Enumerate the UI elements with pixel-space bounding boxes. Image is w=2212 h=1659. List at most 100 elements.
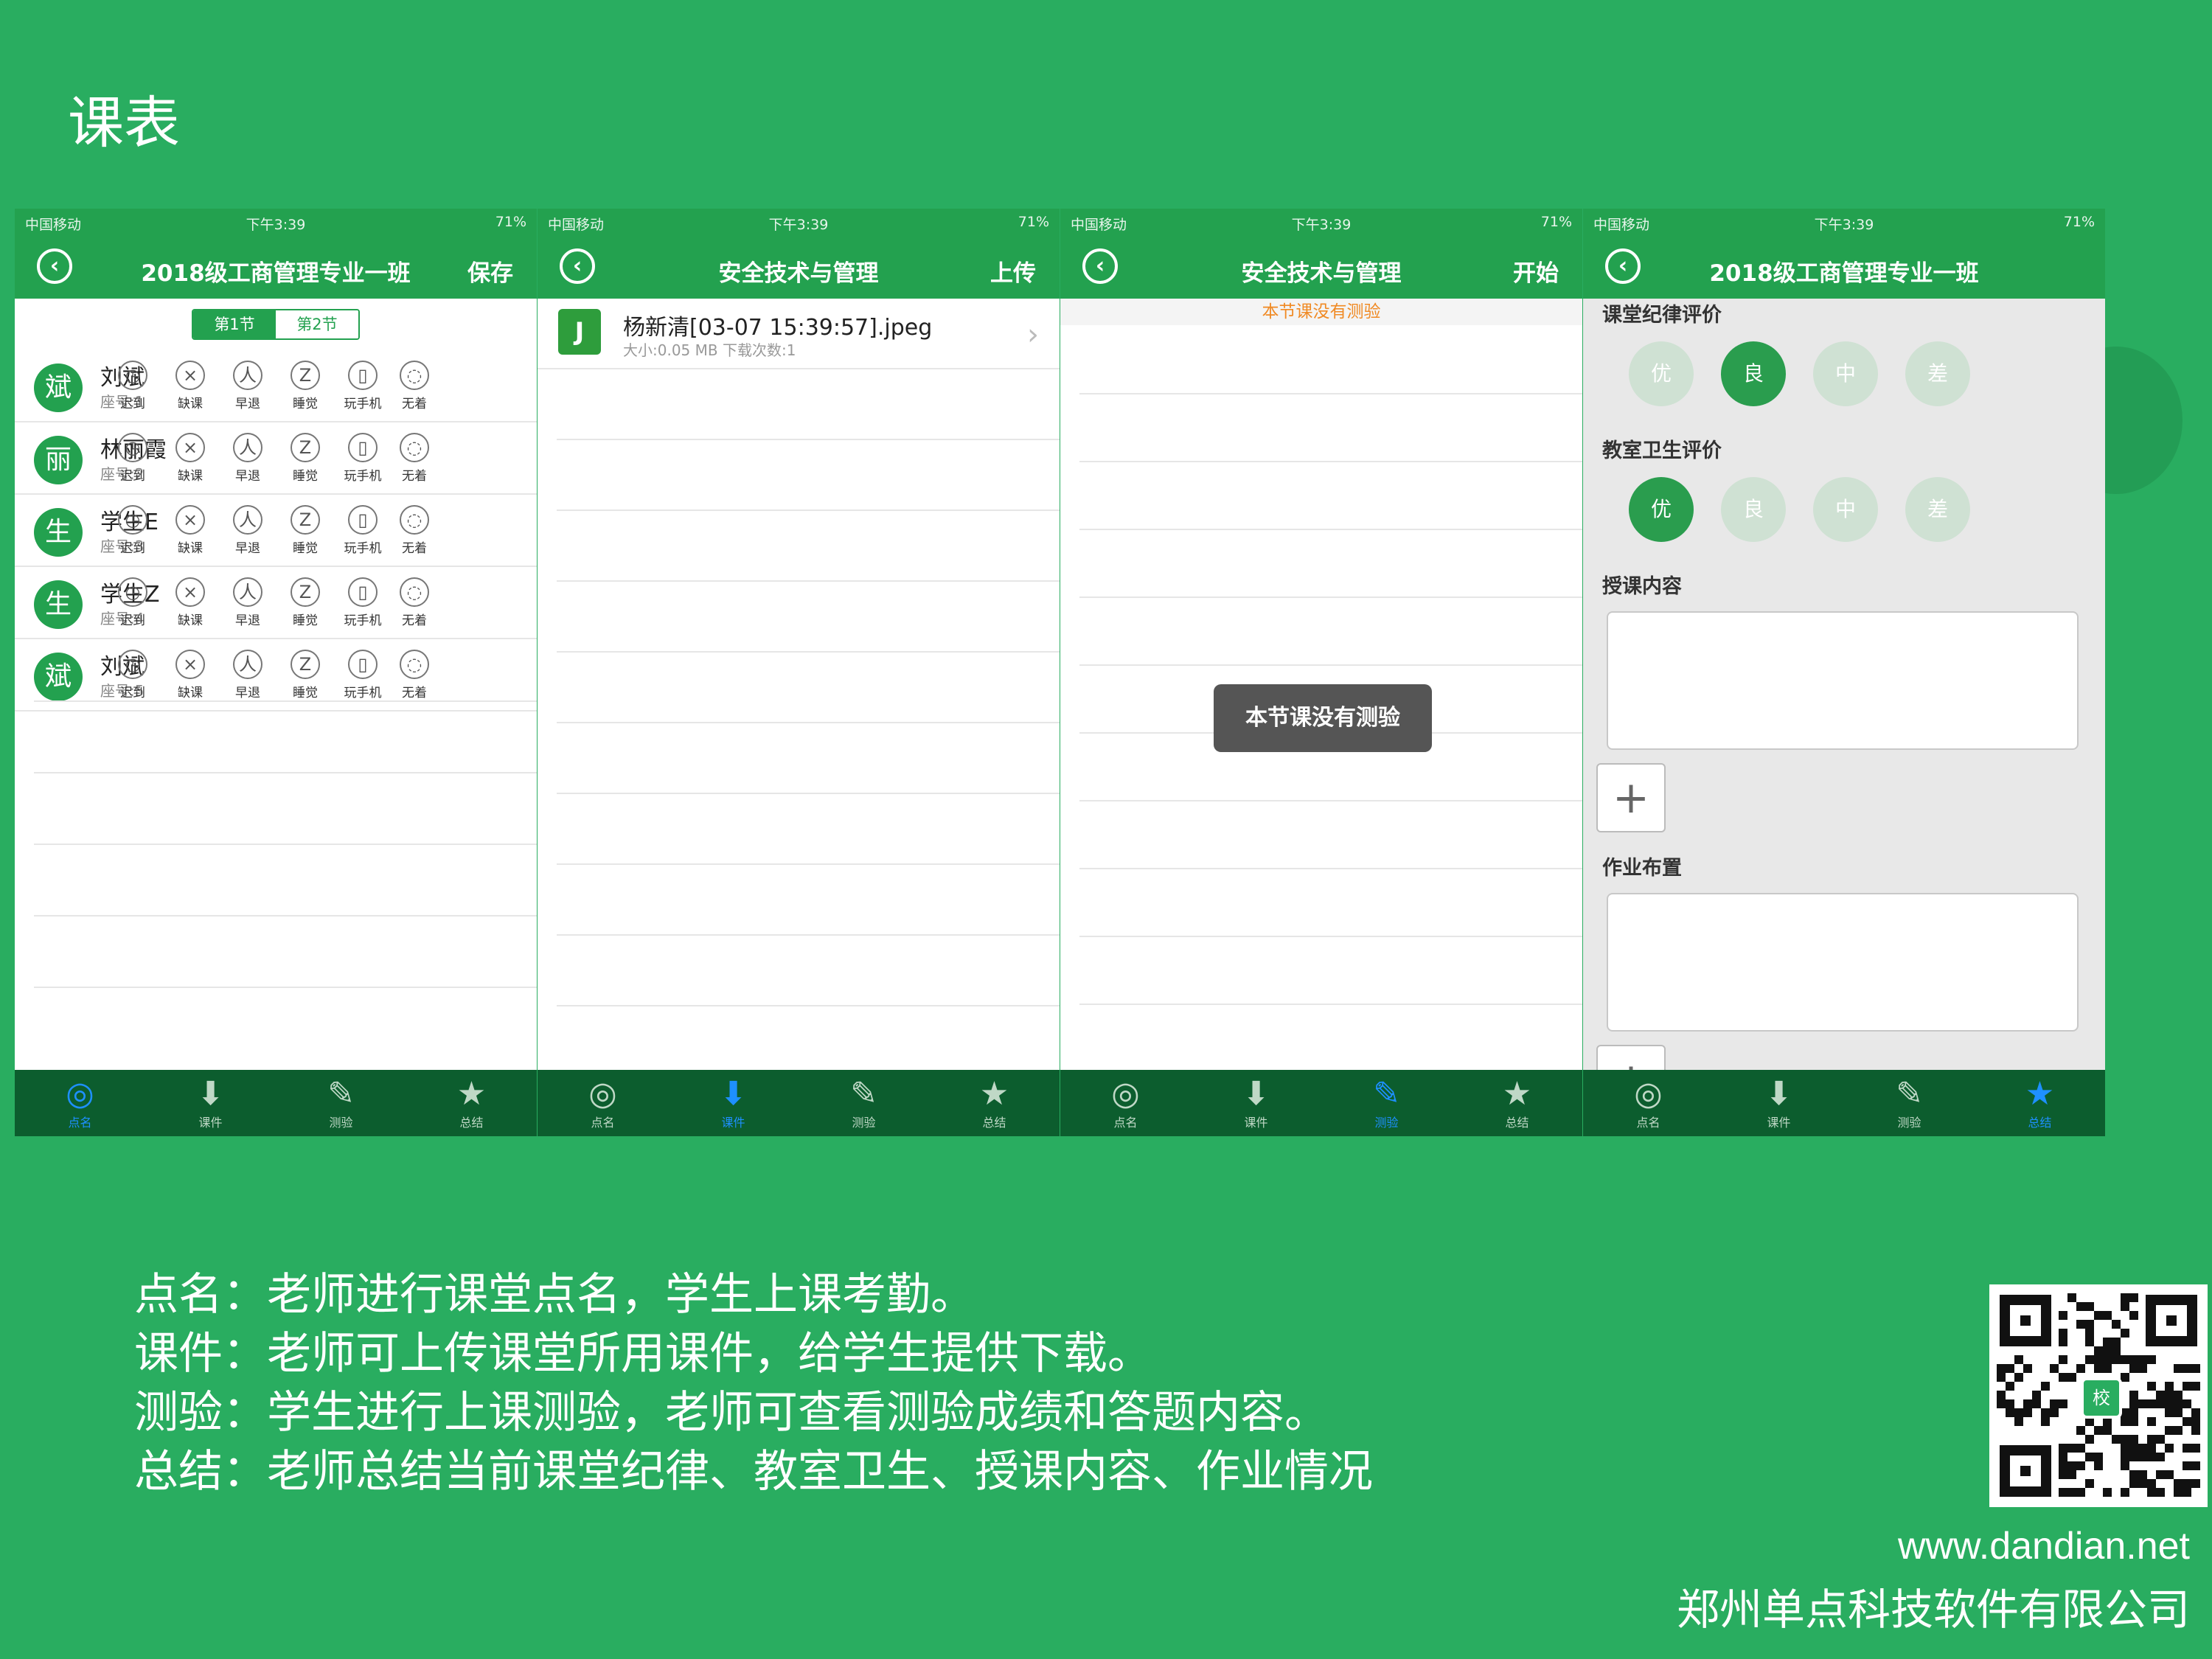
attendance-leave-early-button[interactable]: 人早退 — [226, 433, 270, 484]
qr-module — [2094, 1355, 2103, 1364]
segment-section-1[interactable]: 第1节 — [193, 310, 276, 338]
tab-rollcall[interactable]: ◎ 点名 — [1060, 1070, 1191, 1136]
tab-quiz[interactable]: ✎ 测验 — [1844, 1070, 1975, 1136]
attendance-late-button[interactable]: ◷ 迟到 — [111, 433, 155, 484]
tab-rollcall[interactable]: ◎ 点名 — [15, 1070, 145, 1136]
qr-module — [2050, 1408, 2059, 1417]
tab-rollcall[interactable]: ◎ 点名 — [538, 1070, 668, 1136]
attendance-absent-button[interactable]: × 缺课 — [168, 505, 212, 556]
attendance-distracted-button[interactable]: ◌ 无着 — [392, 361, 437, 411]
discipline-rating-option[interactable]: 优 — [1629, 341, 1694, 406]
attendance-distracted-button[interactable]: ◌ 无着 — [392, 505, 437, 556]
nav-bar: ‹ 2018级工商管理专业一班 — [1583, 235, 2105, 299]
attendance-absent-button[interactable]: × 缺课 — [168, 650, 212, 700]
discipline-rating-option[interactable]: 中 — [1813, 341, 1878, 406]
qr-module — [2183, 1461, 2191, 1470]
attendance-absent-button[interactable]: × 缺课 — [168, 577, 212, 628]
nav-bar: ‹ 2018级工商管理专业一班 保存 — [15, 235, 537, 299]
qr-module — [2174, 1426, 2183, 1435]
qr-module — [2121, 1329, 2129, 1338]
tab-summary[interactable]: ★ 总结 — [1452, 1070, 1582, 1136]
attendance-leave-early-button[interactable]: 人早退 — [226, 650, 270, 700]
qr-module — [2147, 1453, 2156, 1461]
tab-courseware[interactable]: ⬇ 课件 — [1714, 1070, 1844, 1136]
add-homework-attachment-button[interactable]: + — [1596, 1045, 1666, 1070]
absent-icon: × — [175, 361, 205, 390]
leave-early-icon: 人 — [233, 361, 262, 390]
save-button[interactable]: 保存 — [467, 254, 513, 288]
qr-module — [2138, 1355, 2147, 1364]
attendance-leave-early-button[interactable]: 人早退 — [226, 577, 270, 628]
avatar: 斌 — [34, 653, 83, 701]
attendance-label: 迟到 — [120, 541, 145, 556]
qr-module — [2023, 1408, 2032, 1417]
attendance-phone-button[interactable]: ▯ 玩手机 — [341, 361, 385, 411]
attendance-distracted-button[interactable]: ◌ 无着 — [392, 650, 437, 700]
tab-courseware[interactable]: ⬇ 课件 — [668, 1070, 799, 1136]
qr-module — [2138, 1470, 2147, 1479]
qr-module — [2094, 1461, 2103, 1470]
attendance-label: 无着 — [402, 397, 427, 411]
qr-module — [2085, 1320, 2094, 1329]
attendance-phone-button[interactable]: ▯ 玩手机 — [341, 650, 385, 700]
attendance-leave-early-button[interactable]: 人早退 — [226, 505, 270, 556]
attendance-sleeping-button[interactable]: Z 睡觉 — [283, 361, 327, 411]
attendance-label: 无着 — [402, 613, 427, 628]
attendance-sleeping-button[interactable]: Z 睡觉 — [283, 505, 327, 556]
hygiene-title: 教室卫生评价 — [1602, 439, 1722, 462]
empty-row-divider — [34, 915, 537, 917]
qr-module — [2059, 1338, 2067, 1346]
tab-courseware[interactable]: ⬇ 课件 — [145, 1070, 276, 1136]
tab-rollcall[interactable]: ◎ 点名 — [1583, 1070, 1714, 1136]
qr-module — [2174, 1391, 2183, 1399]
qr-module — [2059, 1453, 2067, 1461]
attendance-late-button[interactable]: ◷ 迟到 — [111, 577, 155, 628]
attendance-late-button[interactable]: ◷ 迟到 — [111, 650, 155, 700]
attendance-leave-early-button[interactable]: 人早退 — [226, 361, 270, 411]
attendance-sleeping-button[interactable]: Z 睡觉 — [283, 433, 327, 484]
attendance-sleeping-button[interactable]: Z 睡觉 — [283, 650, 327, 700]
avatar: 丽 — [34, 436, 83, 484]
discipline-rating-option[interactable]: 良 — [1721, 341, 1786, 406]
tab-summary[interactable]: ★ 总结 — [929, 1070, 1060, 1136]
qr-module — [2183, 1364, 2191, 1373]
hygiene-rating-option[interactable]: 良 — [1721, 477, 1786, 542]
attendance-late-button[interactable]: ◷ 迟到 — [111, 505, 155, 556]
attendance-phone-button[interactable]: ▯ 玩手机 — [341, 577, 385, 628]
file-list-item[interactable]: J 杨新清[03-07 15:39:57].jpeg 大小:0.05 MB 下载… — [538, 299, 1060, 369]
tab-quiz[interactable]: ✎ 测验 — [1321, 1070, 1452, 1136]
teaching-content-input[interactable] — [1607, 611, 2079, 750]
screenshots-row: 中国移动 下午3:39 71% ‹ 2018级工商管理专业一班 保存 第1节 第2… — [15, 209, 2106, 1136]
upload-button[interactable]: 上传 — [990, 254, 1036, 288]
hygiene-rating-option[interactable]: 中 — [1813, 477, 1878, 542]
start-button[interactable]: 开始 — [1513, 254, 1559, 288]
empty-row-divider — [557, 863, 1060, 865]
status-time: 下午3:39 — [1291, 217, 1352, 233]
attendance-distracted-button[interactable]: ◌ 无着 — [392, 433, 437, 484]
attendance-phone-button[interactable]: ▯ 玩手机 — [341, 433, 385, 484]
student-row: 生学生E 座号:3 ◷ 迟到 × 缺课人早退 Z 睡觉 ▯ 玩手机 ◌ 无着 — [15, 495, 537, 567]
add-attachment-button[interactable]: + — [1596, 763, 1666, 832]
attendance-distracted-button[interactable]: ◌ 无着 — [392, 577, 437, 628]
tab-summary[interactable]: ★ 总结 — [1975, 1070, 2105, 1136]
tab-courseware[interactable]: ⬇ 课件 — [1191, 1070, 1321, 1136]
empty-row-divider — [1079, 936, 1582, 937]
tab-summary[interactable]: ★ 总结 — [406, 1070, 537, 1136]
empty-row-divider — [1079, 597, 1582, 598]
attendance-absent-button[interactable]: × 缺课 — [168, 433, 212, 484]
attendance-phone-button[interactable]: ▯ 玩手机 — [341, 505, 385, 556]
tab-quiz[interactable]: ✎ 测验 — [276, 1070, 406, 1136]
qr-code: 校 — [1989, 1284, 2208, 1507]
attendance-late-button[interactable]: ◷ 迟到 — [111, 361, 155, 411]
discipline-rating-option[interactable]: 差 — [1905, 341, 1970, 406]
attendance-label: 缺课 — [178, 397, 203, 411]
qr-module — [2121, 1293, 2129, 1302]
segment-section-2[interactable]: 第2节 — [276, 310, 358, 338]
homework-input[interactable] — [1607, 893, 2079, 1032]
attendance-sleeping-button[interactable]: Z 睡觉 — [283, 577, 327, 628]
qr-module — [2094, 1364, 2103, 1373]
tab-quiz[interactable]: ✎ 测验 — [799, 1070, 929, 1136]
hygiene-rating-option[interactable]: 差 — [1905, 477, 1970, 542]
hygiene-rating-option[interactable]: 优 — [1629, 477, 1694, 542]
attendance-absent-button[interactable]: × 缺课 — [168, 361, 212, 411]
